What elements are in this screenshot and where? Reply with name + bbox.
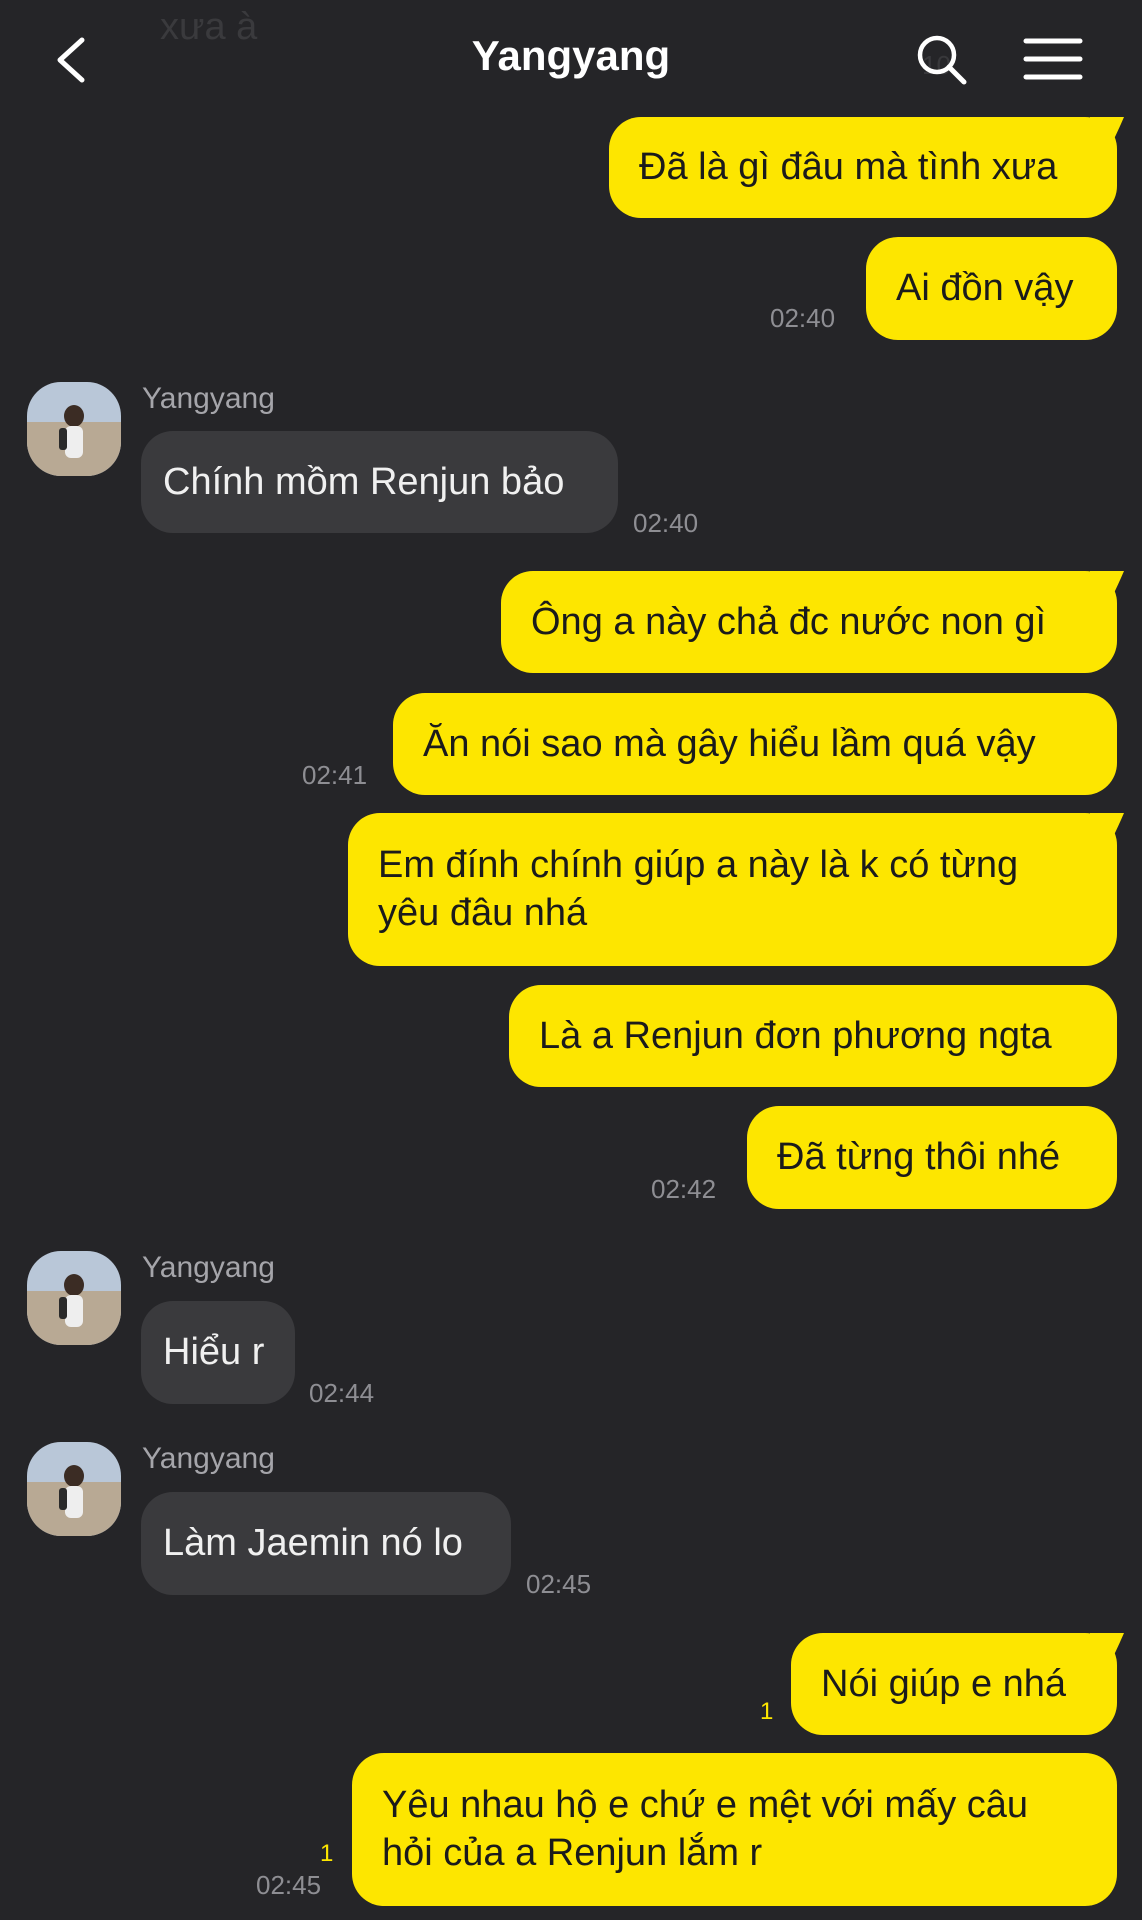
bubble-tail (1090, 117, 1124, 147)
search-icon (917, 35, 967, 85)
message-time: 02:40 (770, 303, 836, 333)
message-time: 02:45 (526, 1569, 592, 1599)
chat-header: Yangyang (0, 0, 1142, 120)
message-text: Nói giúp e nhá (821, 1663, 1067, 1705)
my-message-bubble[interactable]: Ăn nói sao mà gây hiểu lầm quá vậy (393, 693, 1117, 795)
sender-name: Yangyang (142, 1251, 275, 1284)
menu-icon (1023, 38, 1083, 80)
my-message-bubble[interactable]: Em đính chính giúp a này là k có từng yê… (348, 813, 1117, 966)
sender-name: Yangyang (142, 1442, 275, 1475)
message-time: 02:45 (256, 1870, 322, 1900)
message-time: 02:41 (302, 760, 368, 790)
my-message-bubble[interactable]: Là a Renjun đơn phương ngta (509, 985, 1117, 1087)
message-text: Là a Renjun đơn phương ngta (539, 1015, 1052, 1057)
message-text: Chính mồm Renjun bảo (163, 461, 565, 503)
message-text-line: Yêu nhau hộ e chứ e mệt với mấy câu (382, 1784, 1029, 1826)
message-text: Làm Jaemin nó lo (163, 1522, 463, 1564)
message-time: 02:42 (651, 1174, 717, 1204)
message-text: Đã từng thôi nhé (777, 1136, 1061, 1178)
message-time: 02:44 (309, 1378, 375, 1408)
bubble-tail (1090, 813, 1124, 843)
avatar[interactable] (27, 1251, 121, 1345)
search-button[interactable] (912, 30, 972, 90)
message-time: 02:40 (633, 508, 699, 538)
message-text-line: hỏi của a Renjun lắm r (382, 1832, 763, 1874)
my-message-bubble[interactable]: Đã từng thôi nhé (747, 1106, 1117, 1209)
message-text: Đã là gì đâu mà tình xưa (639, 146, 1058, 188)
message-text: Ai đồn vậy (896, 267, 1074, 309)
message-text: Ông a này chả đc nước non gì (531, 601, 1047, 643)
avatar[interactable] (27, 1442, 121, 1536)
my-message-bubble[interactable]: Ông a này chả đc nước non gì (501, 571, 1117, 673)
message-text-line: yêu đâu nhá (378, 892, 588, 934)
bubble-tail (1090, 571, 1124, 601)
their-message-bubble[interactable]: Hiểu r (141, 1301, 295, 1404)
avatar[interactable] (27, 382, 121, 476)
sender-name: Yangyang (142, 382, 275, 415)
bubble-tail (1090, 1633, 1124, 1663)
my-message-bubble[interactable]: Yêu nhau hộ e chứ e mệt với mấy câu hỏi … (352, 1753, 1117, 1906)
their-message-bubble[interactable]: Chính mồm Renjun bảo (141, 431, 618, 533)
message-text: Ăn nói sao mà gây hiểu lầm quá vậy (423, 723, 1036, 765)
their-message-bubble[interactable]: Làm Jaemin nó lo (141, 1492, 511, 1595)
message-text: Hiểu r (163, 1331, 265, 1373)
my-message-bubble[interactable]: Ai đồn vậy (866, 237, 1117, 340)
my-message-bubble[interactable]: Nói giúp e nhá (791, 1633, 1117, 1735)
unread-count: 1 (320, 1840, 334, 1867)
unread-count: 1 (760, 1698, 774, 1725)
menu-button[interactable] (1022, 34, 1084, 84)
my-message-bubble[interactable]: Đã là gì đâu mà tình xưa (609, 117, 1117, 218)
message-text-line: Em đính chính giúp a này là k có từng (378, 844, 1019, 886)
